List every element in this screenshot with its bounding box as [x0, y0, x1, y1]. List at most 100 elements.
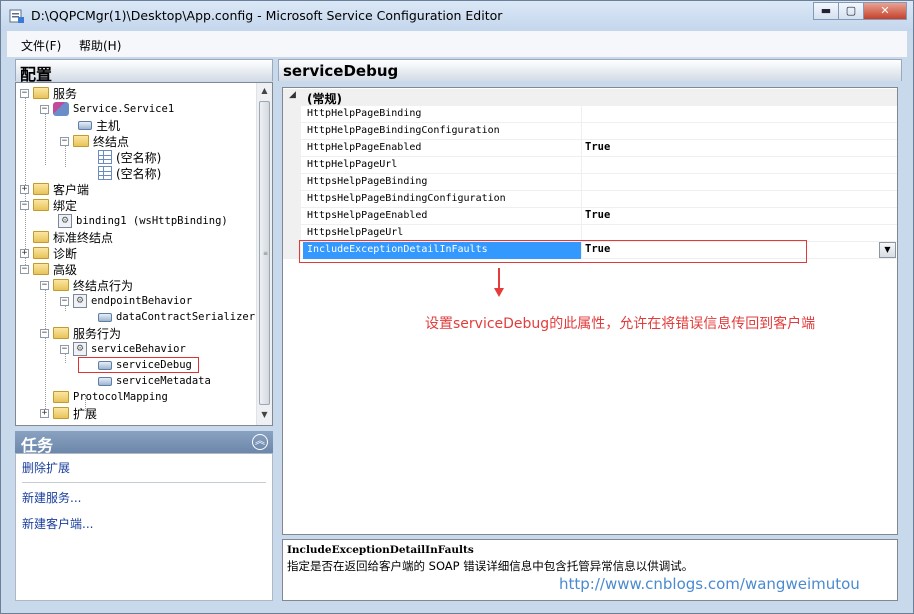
scroll-thumb[interactable]: ≡	[259, 101, 270, 405]
tree-node-advanced[interactable]: − 高级	[20, 261, 77, 277]
tasks-header: 任务 ︽	[15, 431, 273, 455]
tree-node-servicemetadata[interactable]: serviceMetadata	[98, 373, 211, 389]
column-divider	[581, 106, 582, 123]
property-row[interactable]: HttpsHelpPageBinding	[283, 174, 897, 191]
property-value[interactable]: True	[585, 209, 610, 221]
config-tree[interactable]: − 服务 − Service.Service1 主机 − 终结点 (空名称) (…	[15, 82, 273, 426]
property-category[interactable]: ◢ (常规)	[283, 89, 897, 106]
folder-icon	[53, 391, 69, 403]
endpoint-icon	[98, 166, 112, 180]
description-text: 指定是否在返回给客户端的 SOAP 错误详细信息中包含托管异常信息以供调试。	[287, 559, 694, 573]
tree-node-binding1[interactable]: ⚙ binding1 (wsHttpBinding)	[58, 213, 228, 229]
tree-node-services[interactable]: − 服务	[20, 85, 77, 101]
tree-node-diagnostics[interactable]: + 诊断	[20, 245, 77, 261]
tree-node-label: 诊断	[53, 246, 78, 261]
property-name: HttpsHelpPageEnabled	[307, 210, 428, 221]
column-divider	[581, 191, 582, 208]
tree-node-label: dataContractSerializer	[116, 311, 256, 323]
tree-line	[45, 283, 46, 415]
tree-node-extensions[interactable]: + 扩展	[40, 405, 97, 421]
tree-node-servicedebug[interactable]: serviceDebug	[98, 357, 192, 373]
task-new-client[interactable]: 新建客户端...	[22, 515, 93, 532]
endpoint-icon	[98, 150, 112, 164]
tree-node-endpointbehavior[interactable]: − ⚙ endpointBehavior	[60, 293, 192, 309]
property-row[interactable]: HttpsHelpPageBindingConfiguration	[283, 191, 897, 208]
task-delete-extension[interactable]: 删除扩展	[22, 459, 70, 476]
property-gutter	[283, 140, 301, 157]
tree-node-endpoint-behaviors[interactable]: − 终结点行为	[40, 277, 133, 293]
app-window: D:\QQPCMgr(1)\Desktop\App.config - Micro…	[0, 0, 914, 614]
property-row[interactable]: HttpHelpPageUrl	[283, 157, 897, 174]
property-gutter	[283, 174, 301, 191]
collapse-icon[interactable]: −	[20, 200, 29, 210]
tree-node-datacontractserializer[interactable]: dataContractSerializer	[98, 309, 255, 325]
tree-node-servicebehavior[interactable]: − ⚙ serviceBehavior	[60, 341, 186, 357]
folder-icon	[33, 183, 49, 195]
column-divider	[581, 174, 582, 191]
tree-node-endpoint-1[interactable]: (空名称)	[98, 149, 161, 165]
property-name: HttpsHelpPageBindingConfiguration	[307, 193, 506, 204]
collapse-icon[interactable]: −	[40, 104, 49, 114]
property-value[interactable]: True	[585, 141, 610, 153]
category-label: (常规)	[307, 92, 342, 106]
collapse-icon[interactable]: −	[60, 296, 69, 306]
tree-node-label: (空名称)	[116, 166, 162, 181]
tree-node-bindings[interactable]: − 绑定	[20, 197, 77, 213]
menu-help[interactable]: 帮助(H)	[79, 37, 121, 54]
folder-icon	[53, 407, 69, 419]
property-name: HttpsHelpPageUrl	[307, 227, 404, 238]
scroll-down-icon[interactable]: ▼	[257, 407, 272, 423]
property-row[interactable]: HttpHelpPageBinding	[283, 106, 897, 123]
tree-node-client[interactable]: + 客户端	[20, 181, 89, 197]
maximize-button[interactable]: ▢	[838, 2, 864, 20]
collapse-icon[interactable]: −	[60, 136, 69, 146]
collapse-triangle-icon[interactable]: ◢	[289, 90, 296, 100]
tree-node-host[interactable]: 主机	[78, 117, 120, 133]
window-controls: ▬ ▢ ✕	[813, 2, 907, 20]
menu-bar: 文件(F) 帮助(H)	[7, 31, 907, 57]
close-button[interactable]: ✕	[863, 2, 907, 20]
app-icon	[9, 8, 25, 24]
tree-node-service1[interactable]: − Service.Service1	[40, 101, 174, 117]
property-row[interactable]: HttpHelpPageEnabled True	[283, 140, 897, 157]
leaf-icon	[98, 376, 112, 386]
annotation-arrow	[498, 268, 500, 290]
menu-file[interactable]: 文件(F)	[21, 37, 61, 54]
folder-icon	[33, 247, 49, 259]
property-grid[interactable]: ◢ (常规) HttpHelpPageBinding HttpHelpPageB…	[282, 87, 898, 535]
dropdown-arrow-icon[interactable]: ▼	[879, 242, 896, 258]
tasks-panel: 删除扩展 新建服务... 新建客户端...	[15, 453, 273, 601]
tree-node-label: serviceBehavior	[91, 343, 186, 355]
leaf-icon	[98, 360, 112, 370]
tree-node-protocolmapping[interactable]: ProtocolMapping	[53, 389, 168, 405]
tree-node-service-behaviors[interactable]: − 服务行为	[40, 325, 121, 341]
property-gutter	[283, 123, 301, 140]
folder-icon	[33, 231, 49, 243]
collapse-icon[interactable]: −	[40, 280, 49, 290]
scroll-up-icon[interactable]: ▲	[257, 83, 272, 99]
minimize-button[interactable]: ▬	[813, 2, 839, 20]
tree-node-label: 标准终结点	[53, 230, 114, 245]
tree-node-label: (空名称)	[116, 150, 162, 165]
behavior-icon: ⚙	[73, 342, 87, 356]
collapse-icon[interactable]: −	[60, 344, 69, 354]
expand-icon[interactable]: +	[40, 408, 49, 418]
property-name: HttpHelpPageBindingConfiguration	[307, 125, 500, 136]
property-row[interactable]: HttpsHelpPageEnabled True	[283, 208, 897, 225]
collapse-icon[interactable]: −	[20, 88, 29, 98]
tree-node-label: 客户端	[53, 182, 90, 197]
tree-node-label: 服务	[53, 86, 78, 101]
tree-node-endpoint-2[interactable]: (空名称)	[98, 165, 161, 181]
collapse-icon[interactable]: −	[40, 328, 49, 338]
expand-icon[interactable]: +	[20, 184, 29, 194]
tree-node-endpoints[interactable]: − 终结点	[60, 133, 129, 149]
tree-node-standard-endpoints[interactable]: 标准终结点	[33, 229, 113, 245]
task-new-service[interactable]: 新建服务...	[22, 489, 81, 506]
collapse-icon[interactable]: −	[20, 264, 29, 274]
collapse-up-icon[interactable]: ︽	[252, 434, 268, 450]
tree-scrollbar[interactable]: ▲ ≡ ▼	[256, 83, 272, 425]
property-row[interactable]: HttpHelpPageBindingConfiguration	[283, 123, 897, 140]
title-bar[interactable]: D:\QQPCMgr(1)\Desktop\App.config - Micro…	[1, 1, 913, 31]
expand-icon[interactable]: +	[20, 248, 29, 258]
property-name: HttpHelpPageUrl	[307, 159, 398, 170]
